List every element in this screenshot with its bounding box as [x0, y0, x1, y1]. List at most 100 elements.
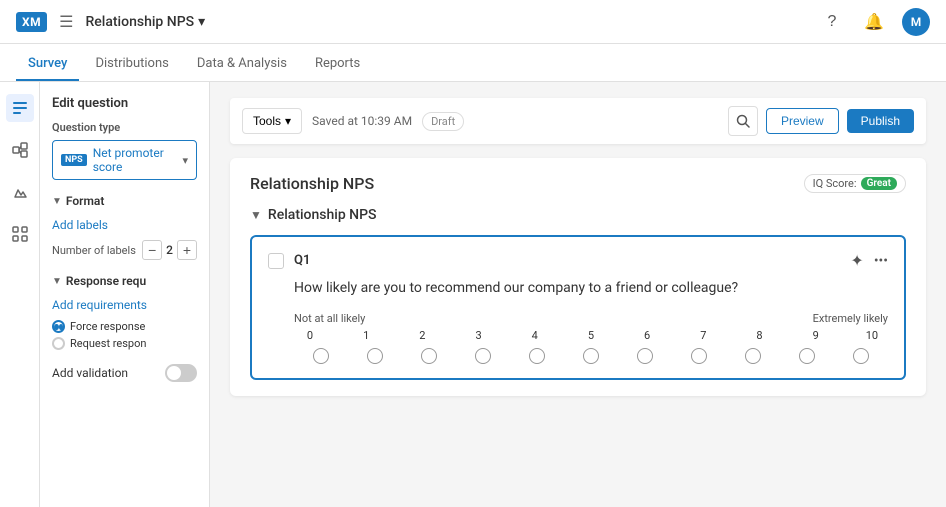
nps-label-right: Extremely likely	[813, 312, 888, 325]
star-icon[interactable]: ✦	[850, 251, 863, 270]
force-response-radio[interactable]	[52, 320, 65, 333]
force-response-option[interactable]: Force response	[52, 320, 197, 333]
preview-button[interactable]: Preview	[766, 108, 839, 134]
collapse-icon: ▼	[52, 196, 62, 207]
question-text: How likely are you to recommend our comp…	[294, 280, 888, 296]
xm-logo: XM	[16, 12, 47, 32]
nps-radio-5[interactable]	[583, 348, 599, 364]
question-type-dropdown[interactable]: NPS Net promoter score ▾	[52, 140, 197, 180]
great-badge: Great	[861, 177, 897, 190]
tools-button[interactable]: Tools ▾	[242, 108, 302, 134]
sidebar-item-questions[interactable]	[6, 94, 34, 122]
nps-labels: Not at all likely Extremely likely	[294, 312, 888, 325]
survey-page-title: Relationship NPS	[250, 174, 374, 193]
force-response-label: Force response	[70, 320, 145, 333]
nps-radio-10[interactable]	[853, 348, 869, 364]
sidebar-item-flow[interactable]	[6, 136, 34, 164]
nps-radio-6[interactable]	[637, 348, 653, 364]
title-chevron-icon[interactable]: ▾	[198, 14, 205, 30]
main-layout: Edit question Question type NPS Net prom…	[0, 82, 946, 507]
nps-radios	[294, 348, 888, 364]
chevron-down-icon: ▾	[182, 154, 188, 167]
edit-panel: Edit question Question type NPS Net prom…	[40, 82, 210, 507]
format-title: Format	[66, 194, 104, 208]
tab-reports[interactable]: Reports	[303, 48, 372, 81]
nps-number-7: 7	[687, 329, 719, 342]
survey-header-row: Relationship NPS IQ Score: Great	[250, 174, 906, 193]
stepper-plus-button[interactable]: +	[177, 240, 197, 260]
nps-number-8: 8	[744, 329, 776, 342]
add-labels-link[interactable]: Add labels	[52, 218, 197, 232]
nps-type-text: Net promoter score	[93, 146, 177, 174]
toggle-thumb	[167, 366, 181, 380]
nps-number-2: 2	[406, 329, 438, 342]
nav-title: Relationship NPS ▾	[85, 14, 205, 30]
nps-label-left: Not at all likely	[294, 312, 365, 325]
request-response-option[interactable]: Request respon	[52, 337, 197, 350]
nps-number-4: 4	[519, 329, 551, 342]
response-req-section: ▼ Response requ Add requirements Force r…	[52, 274, 197, 350]
edit-panel-title: Edit question	[52, 96, 197, 111]
survey-toolbar: Tools ▾ Saved at 10:39 AM Draft Preview …	[230, 98, 926, 144]
tab-survey[interactable]: Survey	[16, 48, 79, 81]
question-card: Q1 ✦ ••• How likely are you to recommend…	[250, 235, 906, 380]
nps-radio-7[interactable]	[691, 348, 707, 364]
search-button[interactable]	[728, 106, 758, 136]
nps-number-6: 6	[631, 329, 663, 342]
nps-number-1: 1	[350, 329, 382, 342]
request-response-label: Request respon	[70, 337, 146, 350]
question-section-header: ▼ Relationship NPS	[250, 207, 906, 223]
nav-right: ? 🔔 M	[818, 8, 930, 36]
question-actions: ✦ •••	[850, 251, 888, 270]
more-options-icon[interactable]: •••	[874, 253, 888, 269]
question-checkbox[interactable]	[268, 253, 284, 269]
nps-number-0: 0	[294, 329, 326, 342]
section-collapse-arrow-icon[interactable]: ▼	[250, 208, 262, 222]
nps-number-5: 5	[575, 329, 607, 342]
question-number: Q1	[294, 253, 310, 268]
app-title: Relationship NPS	[85, 14, 194, 30]
tools-chevron-icon: ▾	[285, 114, 291, 128]
toolbar-right: Preview Publish	[728, 106, 914, 136]
publish-button[interactable]: Publish	[847, 109, 914, 133]
nps-number-3: 3	[463, 329, 495, 342]
saved-text: Saved at 10:39 AM	[312, 114, 412, 128]
labels-stepper: − 2 +	[142, 240, 197, 260]
response-req-header[interactable]: ▼ Response requ	[52, 274, 197, 288]
add-requirements-link[interactable]: Add requirements	[52, 298, 197, 312]
top-nav: XM ☰ Relationship NPS ▾ ? 🔔 M	[0, 0, 946, 44]
iq-score-badge: IQ Score: Great	[804, 174, 906, 193]
sidebar-item-theme[interactable]	[6, 178, 34, 206]
nps-radio-9[interactable]	[799, 348, 815, 364]
nps-radio-3[interactable]	[475, 348, 491, 364]
notifications-button[interactable]: 🔔	[860, 8, 888, 36]
request-response-radio[interactable]	[52, 337, 65, 350]
response-req-title: Response requ	[66, 274, 146, 288]
tab-bar: Survey Distributions Data & Analysis Rep…	[0, 44, 946, 82]
nps-number-9: 9	[800, 329, 832, 342]
response-collapse-icon: ▼	[52, 276, 62, 287]
help-button[interactable]: ?	[818, 8, 846, 36]
nps-scale: Not at all likely Extremely likely 0 1 2 3 4…	[294, 312, 888, 364]
tab-data-analysis[interactable]: Data & Analysis	[185, 48, 299, 81]
hamburger-icon[interactable]: ☰	[59, 12, 73, 31]
validation-label: Add validation	[52, 366, 157, 380]
tab-distributions[interactable]: Distributions	[83, 48, 180, 81]
nps-numbers: 012345678910	[294, 329, 888, 342]
format-header[interactable]: ▼ Format	[52, 194, 197, 208]
nps-radio-0[interactable]	[313, 348, 329, 364]
sidebar-item-settings[interactable]	[6, 220, 34, 248]
nps-radio-4[interactable]	[529, 348, 545, 364]
question-card-header: Q1 ✦ •••	[268, 251, 888, 270]
nps-radio-8[interactable]	[745, 348, 761, 364]
validation-toggle[interactable]	[165, 364, 197, 382]
stepper-minus-button[interactable]: −	[142, 240, 162, 260]
icon-sidebar	[0, 82, 40, 507]
num-labels-row: Number of labels − 2 +	[52, 240, 197, 260]
nps-radio-2[interactable]	[421, 348, 437, 364]
section-name: Relationship NPS	[268, 207, 377, 223]
avatar[interactable]: M	[902, 8, 930, 36]
nps-radio-1[interactable]	[367, 348, 383, 364]
num-labels-label: Number of labels	[52, 244, 138, 257]
question-type-label: Question type	[52, 121, 197, 134]
